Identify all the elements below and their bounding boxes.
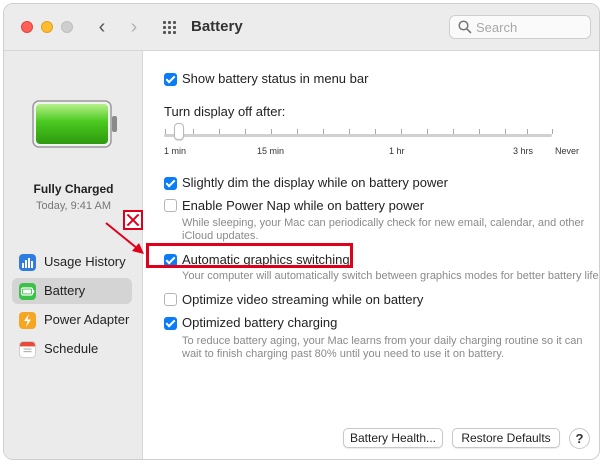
title-bar: ‹ › Battery Search (4, 4, 599, 51)
zoom-button[interactable] (61, 21, 73, 33)
display-off-slider[interactable] (164, 134, 552, 137)
battery-icon (19, 283, 36, 300)
power-nap-label: Enable Power Nap while on battery power (182, 198, 425, 213)
preferences-window: ‹ › Battery Search Fully Charged Today, … (3, 3, 600, 460)
slider-tick (297, 129, 298, 134)
slider-tick (349, 129, 350, 134)
slider-tick (165, 129, 166, 134)
close-button[interactable] (21, 21, 33, 33)
slider-tick (271, 129, 272, 134)
highlight-box (146, 243, 353, 268)
slider-tick (219, 129, 220, 134)
battery-full-icon (32, 100, 117, 148)
sidebar-item-battery[interactable]: Battery (12, 278, 132, 304)
sidebar-item-label: Schedule (44, 341, 99, 356)
back-button[interactable]: ‹ (92, 16, 112, 38)
optimized-charging-description: To reduce battery aging, your Mac learns… (182, 335, 583, 360)
slider-tick (527, 129, 528, 134)
slider-thumb[interactable] (174, 123, 184, 140)
graphics-switching-description: Your computer will automatically switch … (182, 270, 600, 282)
minimize-button[interactable] (41, 21, 53, 33)
slider-tick (505, 129, 506, 134)
slider-tick (453, 129, 454, 134)
slider-tick (193, 129, 194, 134)
dim-display-checkbox[interactable] (164, 177, 177, 190)
slider-label-1hr: 1 hr (389, 146, 405, 156)
slider-label-3hrs: 3 hrs (513, 146, 534, 156)
slider-tick (375, 129, 376, 134)
slider-tick (245, 129, 246, 134)
charge-status: Fully Charged (33, 182, 114, 196)
sidebar-item-power-adapter[interactable]: Power Adapter (12, 307, 132, 333)
forward-button[interactable]: › (124, 16, 144, 38)
show-status-label: Show battery status in menu bar (182, 71, 369, 86)
sidebar-item-label: Power Adapter (44, 312, 130, 327)
slider-label-never: Never (555, 146, 580, 156)
search-placeholder: Search (476, 20, 518, 35)
power-nap-description: While sleeping, your Mac can periodicall… (182, 217, 585, 242)
search-field[interactable]: Search (449, 15, 591, 39)
show-status-checkbox[interactable] (164, 73, 177, 86)
display-off-label: Turn display off after: (164, 104, 286, 119)
help-button[interactable]: ? (569, 428, 590, 449)
schedule-icon (19, 341, 36, 358)
arrow-icon (105, 222, 144, 254)
optimized-charging-label: Optimized battery charging (182, 315, 338, 330)
sidebar-item-label: Battery (44, 283, 86, 298)
power-adapter-icon (19, 312, 36, 329)
search-icon (458, 20, 472, 34)
slider-tick (427, 129, 428, 134)
dim-display-label: Slightly dim the display while on batter… (182, 175, 448, 190)
battery-health-button[interactable]: Battery Health... (343, 428, 443, 448)
power-nap-checkbox[interactable] (164, 199, 177, 212)
video-streaming-label: Optimize video streaming while on batter… (182, 292, 424, 307)
sidebar-item-schedule[interactable]: Schedule (12, 336, 132, 362)
slider-label-1min: 1 min (164, 146, 187, 156)
usage-history-icon (19, 254, 36, 271)
show-all-grid-icon[interactable] (163, 21, 177, 35)
slider-tick (401, 129, 402, 134)
slider-tick (323, 129, 324, 134)
restore-defaults-button[interactable]: Restore Defaults (452, 428, 560, 448)
video-streaming-checkbox[interactable] (164, 293, 177, 306)
slider-tick (479, 129, 480, 134)
slider-tick (552, 129, 553, 134)
window-title: Battery (191, 18, 243, 35)
optimized-charging-checkbox[interactable] (164, 317, 177, 330)
slider-label-15min: 15 min (257, 146, 285, 156)
